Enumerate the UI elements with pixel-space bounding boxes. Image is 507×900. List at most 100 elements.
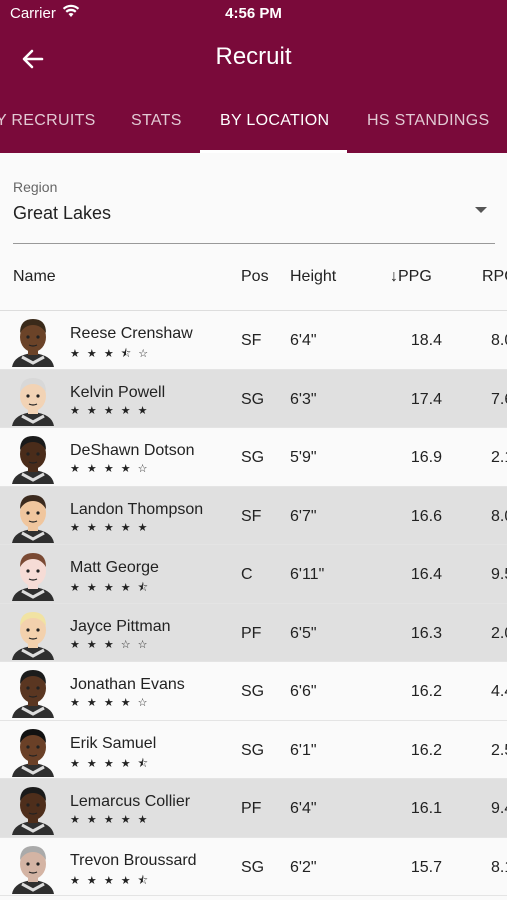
table-row[interactable]: Landon Thompson ★ ★ ★ ★ ★ SF 6'7" 16.6 8.0 — [0, 486, 507, 545]
player-rpg: 7.6 — [491, 390, 507, 408]
star-rating: ★ ★ ★ ☆ ☆ — [70, 638, 150, 651]
player-avatar — [8, 840, 58, 894]
player-name: Reese Crenshaw — [70, 325, 193, 342]
player-ppg: 15.7 — [410, 858, 442, 876]
star-rating: ★ ★ ★ ⯪ ☆ — [70, 348, 151, 360]
player-ppg: 16.2 — [410, 683, 442, 700]
player-avatar — [8, 781, 58, 835]
player-rpg: 8.0 — [491, 507, 507, 525]
tab-indicator — [200, 150, 347, 153]
player-avatar — [8, 547, 58, 601]
tab-stats[interactable]: STATS — [131, 112, 182, 130]
player-pos: C — [241, 566, 253, 583]
player-rpg: 9.5 — [491, 566, 507, 583]
player-rpg: 4.4 — [491, 683, 507, 700]
page-title: Recruit — [215, 43, 292, 70]
player-name: Kelvin Powell — [70, 383, 166, 401]
player-rpg: 2.1 — [491, 449, 507, 466]
tab-bar: Y RECRUITS STATS BY LOCATION HS STANDING… — [0, 92, 507, 153]
region-value: Great Lakes — [13, 203, 112, 223]
player-ppg: 16.3 — [410, 624, 442, 642]
player-pos: PF — [241, 800, 262, 817]
player-rpg: 2.5 — [491, 741, 507, 759]
star-rating: ★ ★ ★ ★ ⯪ — [70, 582, 151, 594]
tab-by-location[interactable]: BY LOCATION — [220, 112, 329, 130]
player-name: Jayce Pittman — [70, 617, 171, 635]
player-pos: SF — [241, 332, 262, 349]
tab-hs-standings[interactable]: HS STANDINGS — [367, 112, 489, 130]
player-avatar — [8, 372, 58, 426]
star-rating: ★ ★ ★ ★ ★ — [70, 814, 150, 826]
player-pos: SG — [241, 683, 265, 700]
app-header: Carrier 4:56 PM Recruit Y RECRUITS STATS… — [0, 0, 507, 153]
player-rpg: 8.0 — [491, 332, 507, 349]
player-height: 6'4" — [290, 332, 317, 349]
table-row[interactable]: Jonathan Evans ★ ★ ★ ★ ☆ SG 6'6" 16.2 4.4 — [0, 662, 507, 721]
player-height: 5'9" — [290, 449, 317, 466]
player-name: DeShawn Dotson — [70, 442, 195, 459]
player-name: Trevon Broussard — [70, 851, 197, 869]
player-name: Jonathan Evans — [70, 676, 185, 693]
player-height: 6'1" — [290, 741, 317, 759]
player-avatar — [8, 430, 58, 484]
star-rating: ★ ★ ★ ★ ★ — [70, 521, 150, 534]
star-rating: ★ ★ ★ ★ ⯪ — [70, 757, 151, 770]
player-rpg: 9.4 — [491, 800, 507, 817]
player-avatar — [8, 606, 58, 660]
player-height: 6'6" — [290, 683, 317, 700]
star-rating: ★ ★ ★ ★ ★ — [70, 404, 150, 417]
star-rating: ★ ★ ★ ★ ☆ — [70, 463, 150, 475]
player-ppg: 16.6 — [410, 507, 442, 525]
player-height: 6'3" — [290, 390, 317, 408]
star-rating: ★ ★ ★ ★ ⯪ — [70, 874, 151, 887]
status-bar: Carrier 4:56 PM — [0, 0, 507, 28]
player-height: 6'2" — [290, 858, 317, 876]
player-name: Matt George — [70, 559, 159, 576]
player-pos: SG — [241, 858, 265, 876]
recruit-list: Reese Crenshaw ★ ★ ★ ⯪ ☆ SF 6'4" 18.4 8.0 Kelv… — [0, 311, 507, 896]
player-height: 6'4" — [290, 800, 317, 817]
player-name: Landon Thompson — [70, 500, 204, 518]
player-name: Erik Samuel — [70, 734, 157, 752]
table-row[interactable]: Jayce Pittman ★ ★ ★ ☆ ☆ PF 6'5" 16.3 2.0 — [0, 603, 507, 662]
player-avatar — [8, 664, 58, 718]
player-ppg: 16.9 — [410, 449, 442, 466]
player-pos: SG — [241, 741, 265, 759]
player-ppg: 16.2 — [410, 741, 442, 759]
table-row[interactable]: Reese Crenshaw ★ ★ ★ ⯪ ☆ SF 6'4" 18.4 8.0 — [0, 311, 507, 370]
player-ppg: 18.4 — [410, 332, 442, 349]
player-rpg: 2.0 — [491, 624, 507, 642]
player-ppg: 17.4 — [410, 390, 442, 408]
table-row[interactable]: DeShawn Dotson ★ ★ ★ ★ ☆ SG 5'9" 16.9 2.1 — [0, 428, 507, 487]
table-row[interactable]: Lemarcus Collier ★ ★ ★ ★ ★ PF 6'4" 16.1 9.4 — [0, 779, 507, 838]
column-name[interactable]: Name — [13, 268, 56, 286]
player-pos: SG — [241, 449, 265, 466]
player-pos: PF — [241, 624, 262, 642]
table-row[interactable]: Kelvin Powell ★ ★ ★ ★ ★ SG 6'3" 17.4 7.6 — [0, 369, 507, 428]
player-pos: SG — [241, 390, 265, 408]
player-avatar — [8, 313, 58, 367]
player-pos: SF — [241, 507, 262, 525]
player-name: Lemarcus Collier — [70, 793, 191, 810]
status-time: 4:56 PM — [225, 5, 282, 22]
table-row[interactable]: Trevon Broussard ★ ★ ★ ★ ⯪ SG 6'2" 15.7 8.1 — [0, 838, 507, 896]
column-ppg[interactable]: ↓PPG — [390, 268, 432, 286]
app-bar: Recruit — [0, 28, 507, 92]
region-label: Region — [13, 179, 58, 195]
player-avatar — [8, 723, 58, 777]
player-ppg: 16.4 — [410, 566, 442, 583]
table-row[interactable]: Erik Samuel ★ ★ ★ ★ ⯪ SG 6'1" 16.2 2.5 — [0, 721, 507, 779]
player-rpg: 8.1 — [491, 858, 507, 876]
player-ppg: 16.1 — [410, 800, 442, 817]
star-rating: ★ ★ ★ ★ ☆ — [70, 697, 150, 709]
column-rpg[interactable]: RPG — [482, 268, 507, 286]
column-pos[interactable]: Pos — [241, 268, 269, 286]
region-dropdown[interactable]: Region Great Lakes — [13, 177, 495, 244]
player-avatar — [8, 489, 58, 543]
dropdown-arrow-icon — [475, 207, 487, 213]
table-row[interactable]: Matt George ★ ★ ★ ★ ⯪ C 6'11" 16.4 9.5 — [0, 545, 507, 604]
table-header: Name Pos Height ↓PPG RPG — [0, 248, 507, 311]
tab-my-recruits[interactable]: Y RECRUITS — [0, 112, 96, 130]
column-height[interactable]: Height — [290, 268, 336, 286]
player-height: 6'11" — [290, 566, 325, 583]
